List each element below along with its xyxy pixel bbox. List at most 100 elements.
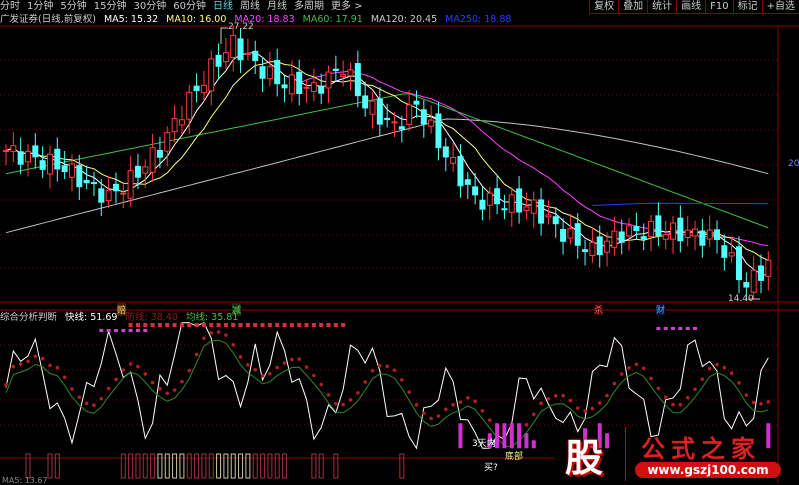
candle-body bbox=[750, 269, 757, 293]
defense-dot bbox=[194, 352, 199, 357]
defense-dot bbox=[363, 380, 367, 384]
defense-dot bbox=[480, 408, 485, 413]
candle-body bbox=[186, 91, 193, 120]
candle-body bbox=[61, 165, 68, 173]
top-signal-square bbox=[289, 323, 294, 327]
defense-dot bbox=[671, 402, 675, 407]
candle-body bbox=[428, 119, 435, 127]
defense-dot bbox=[143, 372, 148, 376]
candle-body bbox=[120, 192, 127, 195]
top-signal-square bbox=[223, 323, 228, 327]
candle-body bbox=[178, 119, 185, 126]
defense-dot bbox=[348, 398, 353, 402]
defense-dot bbox=[473, 399, 477, 404]
defense-dot bbox=[707, 366, 712, 371]
defense-dot bbox=[422, 411, 426, 416]
logo-char: 股 bbox=[565, 436, 604, 480]
candle-body bbox=[530, 199, 537, 214]
marker-sha[interactable]: 杀 bbox=[594, 303, 604, 316]
defense-dot bbox=[715, 362, 719, 367]
candle-body bbox=[611, 230, 618, 248]
candle-body bbox=[54, 148, 61, 170]
defense-dot bbox=[312, 373, 316, 378]
top-signal-square bbox=[209, 323, 214, 327]
candle-body bbox=[494, 188, 501, 205]
signal-bar bbox=[531, 440, 536, 449]
candle-body bbox=[596, 236, 603, 256]
candle-body bbox=[90, 182, 97, 185]
top-signal-square bbox=[135, 329, 140, 332]
logo-name: 公式之家 bbox=[641, 435, 761, 463]
defense-dot bbox=[619, 372, 624, 376]
candle-body bbox=[105, 189, 112, 202]
defense-dot bbox=[539, 401, 543, 406]
defense-dot bbox=[744, 393, 749, 397]
defense-dot bbox=[568, 398, 573, 403]
defense-dot bbox=[356, 391, 360, 395]
defense-dot bbox=[180, 379, 184, 384]
signal-bar bbox=[509, 423, 514, 449]
top-signal-square bbox=[187, 323, 192, 327]
balance-line-value: 均线: 35.81 bbox=[185, 312, 239, 323]
defense-dot bbox=[216, 330, 221, 334]
candle-body bbox=[325, 71, 332, 89]
defense-dot bbox=[319, 382, 323, 387]
marker-cai[interactable]: 财 bbox=[656, 303, 666, 316]
candle-body bbox=[376, 98, 383, 125]
top-signal-square bbox=[678, 327, 683, 330]
candle-body bbox=[757, 265, 764, 281]
candle-body bbox=[479, 199, 486, 210]
defense-dot bbox=[77, 395, 82, 399]
candle-body bbox=[310, 82, 317, 92]
top-signal-square bbox=[113, 329, 118, 332]
defense-dot bbox=[700, 377, 705, 381]
defense-dot bbox=[487, 418, 492, 422]
candle-body bbox=[296, 71, 303, 95]
defense-dot bbox=[224, 333, 228, 337]
bottom-ma-info: MA5: 13.67 bbox=[2, 476, 48, 485]
candle-body bbox=[523, 206, 530, 211]
defense-dot bbox=[99, 396, 104, 401]
candle-body bbox=[699, 230, 706, 246]
top-signal-square bbox=[304, 323, 309, 327]
kline-chart[interactable] bbox=[0, 0, 799, 483]
defense-dot bbox=[26, 359, 30, 364]
top-signal-square bbox=[143, 329, 148, 332]
defense-dot bbox=[150, 380, 155, 385]
candle-body bbox=[706, 229, 713, 240]
candle-body bbox=[171, 118, 178, 133]
top-signal-square bbox=[135, 323, 140, 327]
defense-dot bbox=[92, 403, 96, 408]
defense-dot bbox=[627, 366, 631, 370]
candle-body bbox=[618, 231, 625, 243]
defense-dot bbox=[561, 393, 565, 398]
defense-dot bbox=[202, 336, 206, 340]
candle-body bbox=[369, 100, 376, 115]
candle-body bbox=[692, 228, 699, 237]
candle-body bbox=[347, 69, 354, 77]
candle-body bbox=[3, 150, 9, 153]
high-price-label: 27.22 bbox=[228, 22, 254, 32]
candle-body bbox=[457, 156, 464, 187]
top-signal-square bbox=[253, 323, 258, 327]
candle-body bbox=[574, 223, 581, 246]
candle-body bbox=[362, 95, 369, 109]
defense-dot bbox=[48, 363, 52, 368]
top-signal-square bbox=[260, 323, 265, 327]
top-signal-square bbox=[179, 323, 184, 327]
candle-body bbox=[46, 153, 53, 175]
candle-body bbox=[516, 188, 523, 213]
candle-body bbox=[435, 113, 442, 149]
top-signal-square bbox=[172, 323, 177, 327]
defense-dot bbox=[165, 391, 170, 396]
defense-dot bbox=[663, 395, 668, 399]
defense-dot bbox=[429, 416, 433, 421]
candle-body bbox=[765, 259, 772, 277]
defense-dot bbox=[238, 355, 243, 359]
top-signal-square bbox=[121, 329, 126, 332]
candle-body bbox=[413, 100, 420, 105]
candle-body bbox=[134, 165, 141, 178]
candle-body bbox=[589, 241, 596, 256]
defense-dot bbox=[722, 365, 727, 370]
top-signal-square bbox=[150, 323, 155, 327]
